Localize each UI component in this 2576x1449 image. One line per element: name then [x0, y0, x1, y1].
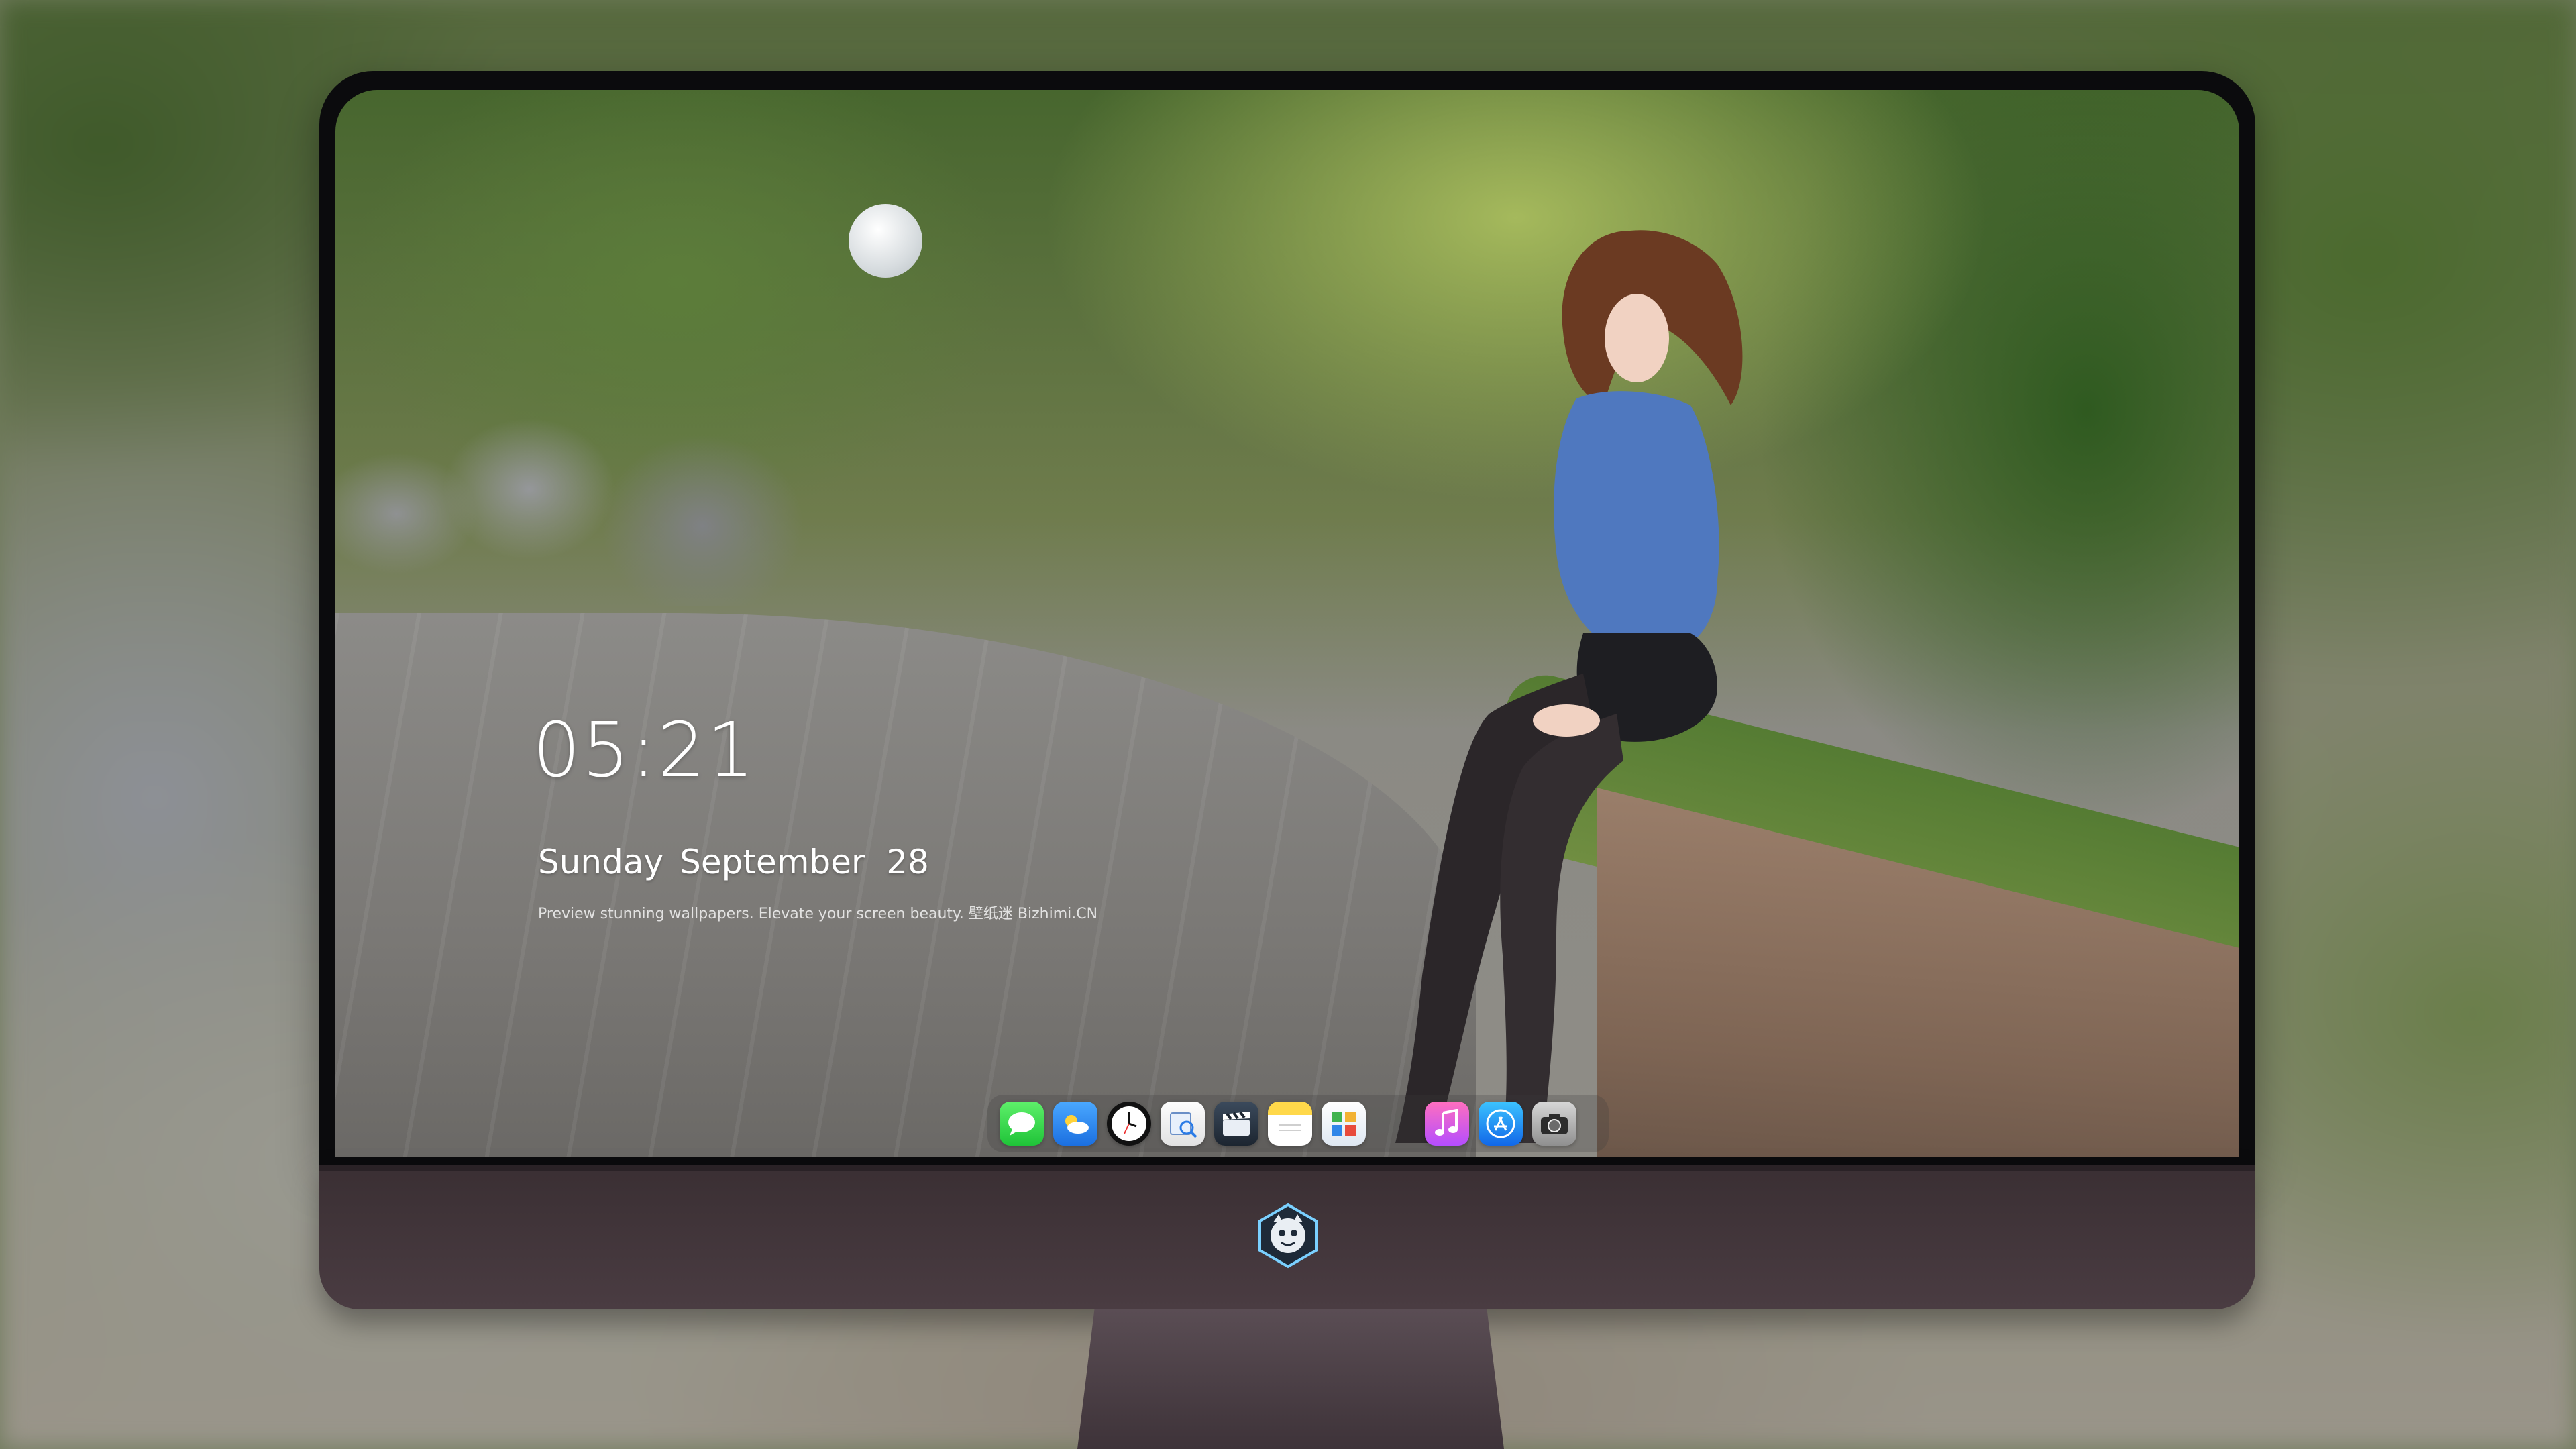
weather-icon[interactable]	[1053, 1102, 1097, 1146]
clock-icon[interactable]	[1107, 1102, 1151, 1146]
wallpaper-figure	[1395, 230, 1743, 1143]
wallpaper-stones	[335, 298, 845, 606]
music-icon[interactable]	[1425, 1102, 1469, 1146]
chin-divider	[319, 1165, 2255, 1171]
lockscreen-month-day: September 28	[680, 843, 929, 881]
monitor-stand	[1077, 1309, 1504, 1449]
wallpaper	[335, 90, 2239, 1157]
monitor: 05:21 Sunday September 28 Preview stunnin…	[319, 71, 2255, 1309]
dock	[987, 1095, 1609, 1152]
mascot-logo-icon	[1258, 1203, 1318, 1269]
clapperboard-icon[interactable]	[1214, 1102, 1258, 1146]
camera-icon[interactable]	[1532, 1102, 1576, 1146]
messages-icon[interactable]	[1000, 1102, 1044, 1146]
notes-icon[interactable]	[1268, 1102, 1312, 1146]
lockscreen-date: Sunday September 28	[538, 843, 929, 881]
monitor-chin	[319, 1165, 2255, 1309]
app-store-icon[interactable]	[1479, 1102, 1523, 1146]
screen: 05:21 Sunday September 28 Preview stunnin…	[335, 90, 2239, 1157]
lockscreen-day: Sunday	[538, 843, 664, 881]
wallpaper-lamp	[849, 204, 922, 278]
lockscreen-tagline: Preview stunning wallpapers. Elevate you…	[538, 906, 1098, 922]
photo-app-icon[interactable]	[1322, 1102, 1366, 1146]
preview-icon[interactable]	[1161, 1102, 1205, 1146]
lockscreen-time: 05:21	[533, 707, 756, 794]
stand-neck	[1077, 1309, 1504, 1449]
screen-bezel: 05:21 Sunday September 28 Preview stunnin…	[319, 71, 2255, 1165]
